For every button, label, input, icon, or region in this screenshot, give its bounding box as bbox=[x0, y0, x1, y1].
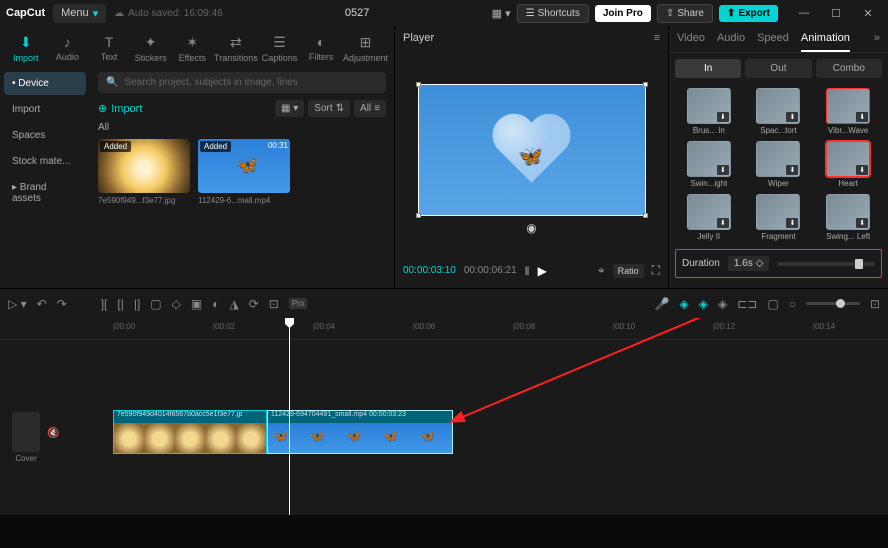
shortcuts-button[interactable]: ☰ Shortcuts bbox=[517, 4, 589, 23]
minimize-icon[interactable]: — bbox=[790, 4, 818, 22]
sidebar-item-import[interactable]: Import bbox=[4, 98, 86, 121]
redo-icon[interactable]: ↷ bbox=[57, 297, 67, 311]
preview-icon[interactable]: ▢ bbox=[767, 297, 778, 311]
tab-text[interactable]: TText bbox=[89, 30, 129, 66]
media-item[interactable]: Added 00:31 112429-6...mall.mp4 bbox=[198, 139, 290, 205]
subtab-in[interactable]: In bbox=[675, 59, 741, 78]
duration-value[interactable]: 1.6s ◇ bbox=[728, 256, 770, 271]
filter-all-button[interactable]: All ≡ bbox=[354, 100, 386, 117]
fullscreen-icon[interactable]: ⛶ bbox=[652, 263, 660, 278]
pro-icon[interactable]: Pro bbox=[289, 298, 307, 309]
plus-icon: ⊕ bbox=[98, 102, 107, 115]
tab-filters[interactable]: ◐Filters bbox=[301, 30, 341, 66]
close-icon[interactable]: ✕ bbox=[854, 4, 882, 22]
project-title: 0527 bbox=[231, 7, 484, 19]
rtab-speed[interactable]: Speed bbox=[757, 32, 789, 52]
player-menu-icon[interactable]: ≡ bbox=[654, 32, 660, 44]
marker2-icon[interactable]: ◈ bbox=[699, 297, 708, 311]
video-preview[interactable]: 🦋 ◉ bbox=[418, 84, 646, 216]
animation-spac-tort[interactable]: ⬇Spac...tort bbox=[747, 88, 811, 135]
reverse-icon[interactable]: ◐ bbox=[212, 297, 219, 311]
all-label: All bbox=[98, 122, 386, 133]
prev-frame-icon[interactable]: ‖ bbox=[525, 264, 530, 278]
undo-icon[interactable]: ↶ bbox=[37, 297, 47, 311]
mirror-icon[interactable]: ◮ bbox=[229, 297, 238, 311]
split-icon[interactable]: ][ bbox=[101, 297, 108, 311]
pointer-icon[interactable]: ▷ ▾ bbox=[8, 297, 27, 311]
tab-transitions[interactable]: ⇄Transitions bbox=[214, 30, 258, 66]
align-icon[interactable]: ⊏⊐ bbox=[737, 297, 757, 311]
sidebar-item-device[interactable]: • Device bbox=[4, 72, 86, 95]
duration-control[interactable]: Duration 1.6s ◇ bbox=[675, 249, 882, 278]
rtab-more[interactable]: » bbox=[874, 32, 880, 52]
delete-icon[interactable]: ▢ bbox=[150, 297, 161, 311]
animation-fragment[interactable]: ⬇Fragment bbox=[747, 194, 811, 241]
current-time: 00:00:03:10 bbox=[403, 265, 456, 276]
split-left-icon[interactable]: [| bbox=[117, 297, 123, 311]
rtab-animation[interactable]: Animation bbox=[801, 32, 850, 52]
zoom-out-icon[interactable]: ○ bbox=[789, 297, 796, 311]
search-icon: 🔍 bbox=[106, 77, 118, 88]
tab-stickers[interactable]: ✦Stickers bbox=[131, 30, 171, 66]
duration-slider[interactable] bbox=[777, 262, 875, 266]
animation-swin-ight[interactable]: ⬇Swin...ight bbox=[677, 141, 741, 188]
subtab-out[interactable]: Out bbox=[745, 59, 811, 78]
playhead[interactable] bbox=[289, 318, 290, 515]
animation-heart[interactable]: ⬇Heart bbox=[816, 141, 880, 188]
search-input[interactable]: 🔍 Search project, subjects in image, lin… bbox=[98, 72, 386, 93]
animation-wiper[interactable]: ⬇Wiper bbox=[747, 141, 811, 188]
snap-icon[interactable]: ⌖ bbox=[598, 263, 605, 278]
sidebar-item-brand-assets[interactable]: ▸ Brand assets bbox=[4, 176, 86, 210]
sidebar-item-stock-mate-[interactable]: Stock mate... bbox=[4, 150, 86, 173]
menu-button[interactable]: Menu▾ bbox=[53, 4, 106, 23]
sort-button[interactable]: Sort ⇅ bbox=[308, 100, 350, 117]
grid-view-toggle[interactable]: ▦ ▾ bbox=[275, 100, 304, 117]
crop-icon[interactable]: ◇ bbox=[172, 297, 181, 311]
mic-icon[interactable]: 🎤 bbox=[655, 297, 670, 311]
animation-swing-left[interactable]: ⬇Swing... Left bbox=[816, 194, 880, 241]
rtab-audio[interactable]: Audio bbox=[717, 32, 745, 52]
annotation-arrow bbox=[0, 318, 888, 548]
tab-effects[interactable]: ✶Effects bbox=[172, 30, 212, 66]
export-button[interactable]: ⬆ Export bbox=[719, 5, 778, 22]
player-title: Player bbox=[403, 32, 434, 44]
tab-audio[interactable]: ♪Audio bbox=[48, 30, 88, 66]
app-logo: CapCut bbox=[6, 7, 45, 19]
marker1-icon[interactable]: ◈ bbox=[680, 297, 689, 311]
join-pro-button[interactable]: Join Pro bbox=[595, 5, 651, 22]
sidebar-item-spaces[interactable]: Spaces bbox=[4, 124, 86, 147]
media-item[interactable]: Added 7e590f949...f3e77.jpg bbox=[98, 139, 190, 205]
animation-vibr-wave[interactable]: ⬇Vibr...Wave bbox=[816, 88, 880, 135]
subtab-combo[interactable]: Combo bbox=[816, 59, 882, 78]
tab-import[interactable]: ⬇Import bbox=[6, 30, 46, 66]
ratio-button[interactable]: Ratio bbox=[613, 264, 644, 278]
tab-captions[interactable]: ☰Captions bbox=[260, 30, 300, 66]
play-icon[interactable]: ▶ bbox=[538, 264, 547, 278]
quality-icon[interactable]: ◉ bbox=[526, 221, 536, 235]
import-button[interactable]: ⊕ Import bbox=[98, 99, 142, 118]
share-button[interactable]: ⇧ Share bbox=[657, 4, 713, 23]
rotate-icon[interactable]: ⟳ bbox=[249, 297, 259, 311]
rtab-video[interactable]: Video bbox=[677, 32, 705, 52]
autosave-status: ☁Auto saved: 16:09:46 bbox=[114, 8, 223, 19]
maximize-icon[interactable]: ☐ bbox=[822, 4, 850, 22]
tab-adjustment[interactable]: ⊞Adjustment bbox=[343, 30, 388, 66]
animation-brus-in[interactable]: ⬇Brus... In bbox=[677, 88, 741, 135]
expand-icon[interactable]: ⊡ bbox=[870, 297, 880, 311]
zoom-slider[interactable] bbox=[806, 302, 860, 305]
total-time: 00:00:06:21 bbox=[464, 265, 517, 276]
mask-icon[interactable]: ▣ bbox=[191, 297, 202, 311]
freeze-icon[interactable]: ⊡ bbox=[269, 297, 279, 311]
marker3-icon[interactable]: ◈ bbox=[718, 297, 727, 311]
layout-icon[interactable]: ▦ ▾ bbox=[492, 7, 511, 20]
animation-jelly-ii[interactable]: ⬇Jelly II bbox=[677, 194, 741, 241]
split-right-icon[interactable]: |] bbox=[134, 297, 140, 311]
